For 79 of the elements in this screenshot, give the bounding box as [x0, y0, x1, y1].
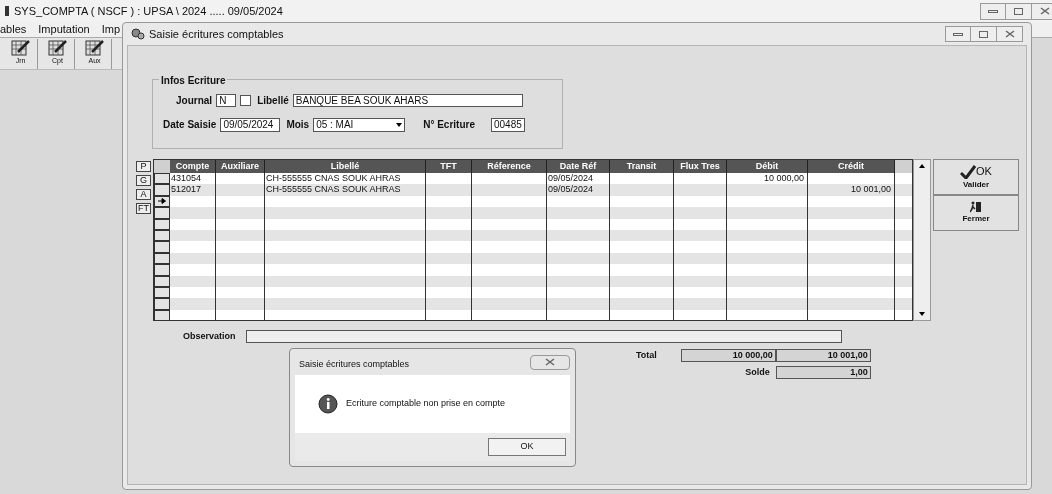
column-header[interactable]: Débit — [727, 160, 808, 173]
minimize-icon — [953, 32, 963, 36]
field-label: N° Ecriture — [423, 118, 475, 132]
journal-field[interactable]: N — [216, 94, 237, 107]
column-header[interactable]: Date Réf — [547, 160, 610, 173]
row-selector[interactable] — [154, 218, 170, 230]
exit-door-icon — [970, 201, 982, 213]
field-label: Libellé — [257, 94, 289, 108]
row-selector[interactable] — [154, 309, 170, 320]
close-icon — [1039, 7, 1050, 15]
menu-item[interactable]: Imputation — [38, 21, 90, 38]
app-icon — [4, 5, 10, 17]
dialog-message: Ecriture comptable non prise en compte — [346, 397, 506, 411]
total-label: Total — [636, 349, 657, 362]
solde-label: Solde — [745, 365, 770, 379]
validate-button[interactable]: OK Valider — [933, 159, 1019, 195]
column-header[interactable]: Auxiliare — [216, 160, 265, 173]
mois-dropdown[interactable]: 05 : MAI — [313, 117, 406, 132]
numero-field[interactable]: 00485 — [490, 117, 525, 132]
total-credit-field: 10 001,00 — [775, 349, 871, 363]
close-button[interactable] — [997, 26, 1023, 42]
dialog-title: Saisie écritures comptables — [299, 358, 410, 372]
close-icon — [1004, 30, 1015, 38]
side-button[interactable]: G — [136, 175, 151, 186]
child-window-title: Saisie écritures comptables — [149, 26, 284, 42]
column-header[interactable]: Transit — [610, 160, 674, 173]
date-field[interactable]: 09/05/2024 — [220, 117, 281, 132]
minimize-button[interactable] — [980, 2, 1006, 20]
column-header[interactable]: TFT — [426, 160, 472, 173]
field-label: Mois — [286, 118, 310, 132]
maximize-button[interactable] — [1006, 2, 1032, 20]
checkmark-icon — [960, 165, 977, 180]
maximize-icon — [1014, 7, 1023, 15]
window-title: SYS_COMPTA ( NSCF ) : UPSA \ 2024 ..... 09/05/2024 — [14, 3, 283, 19]
field-label: Observation — [183, 330, 236, 343]
checkbox[interactable] — [240, 95, 252, 106]
column-header[interactable]: Crédit — [808, 160, 895, 173]
table-cell: 431054 — [171, 173, 202, 183]
table-cell: 09/05/2024 — [548, 173, 594, 183]
observation-field[interactable] — [245, 330, 842, 344]
close-button[interactable] — [1032, 2, 1052, 20]
arrow-icon — [158, 198, 166, 205]
side-button[interactable]: FT — [136, 203, 151, 214]
menu-item[interactable]: Imp — [101, 21, 120, 38]
table-cell: CH-555555 CNAS SOUK AHRAS — [266, 184, 401, 195]
table-cell: CH-555555 CNAS SOUK AHRAS — [266, 173, 401, 183]
info-icon — [318, 394, 338, 414]
close-button[interactable]: Fermer — [933, 195, 1019, 231]
libelle-field[interactable]: BANQUE BEA SOUK AHARS — [292, 94, 523, 107]
menu-item[interactable]: ables — [0, 21, 27, 38]
column-header[interactable]: Flux Tres — [674, 160, 727, 173]
maximize-icon — [979, 30, 988, 38]
field-label: Journal — [176, 94, 213, 108]
field-label: Date Saisie — [163, 118, 217, 132]
table-cell: 09/05/2024 — [548, 184, 594, 195]
column-header[interactable]: Libellé — [265, 160, 426, 173]
close-icon — [545, 358, 555, 366]
close-button[interactable] — [530, 354, 570, 370]
row-selector[interactable] — [154, 173, 170, 185]
side-button[interactable]: P — [136, 161, 151, 172]
row-selector[interactable] — [154, 184, 170, 196]
column-header[interactable]: Compte — [170, 160, 216, 173]
maximize-button[interactable] — [971, 26, 997, 42]
row-selector[interactable] — [154, 207, 170, 219]
column-header[interactable]: Réference — [472, 160, 547, 173]
table-cell: 10 000,00 — [763, 173, 804, 183]
minimize-button[interactable] — [945, 26, 971, 42]
minimize-icon — [988, 9, 998, 13]
solde-field: 1,00 — [775, 365, 871, 379]
row-selector[interactable] — [154, 298, 170, 310]
table-cell: 10 001,00 — [850, 184, 891, 195]
row-selector[interactable] — [154, 264, 170, 276]
total-debit-field: 10 000,00 — [680, 349, 776, 363]
row-selector[interactable] — [154, 275, 170, 287]
side-button[interactable]: A — [136, 189, 151, 200]
ok-button[interactable]: OK — [488, 438, 566, 456]
row-selector[interactable] — [154, 241, 170, 253]
table-cell: 512017 — [171, 184, 202, 195]
scrollbar[interactable] — [913, 159, 931, 321]
